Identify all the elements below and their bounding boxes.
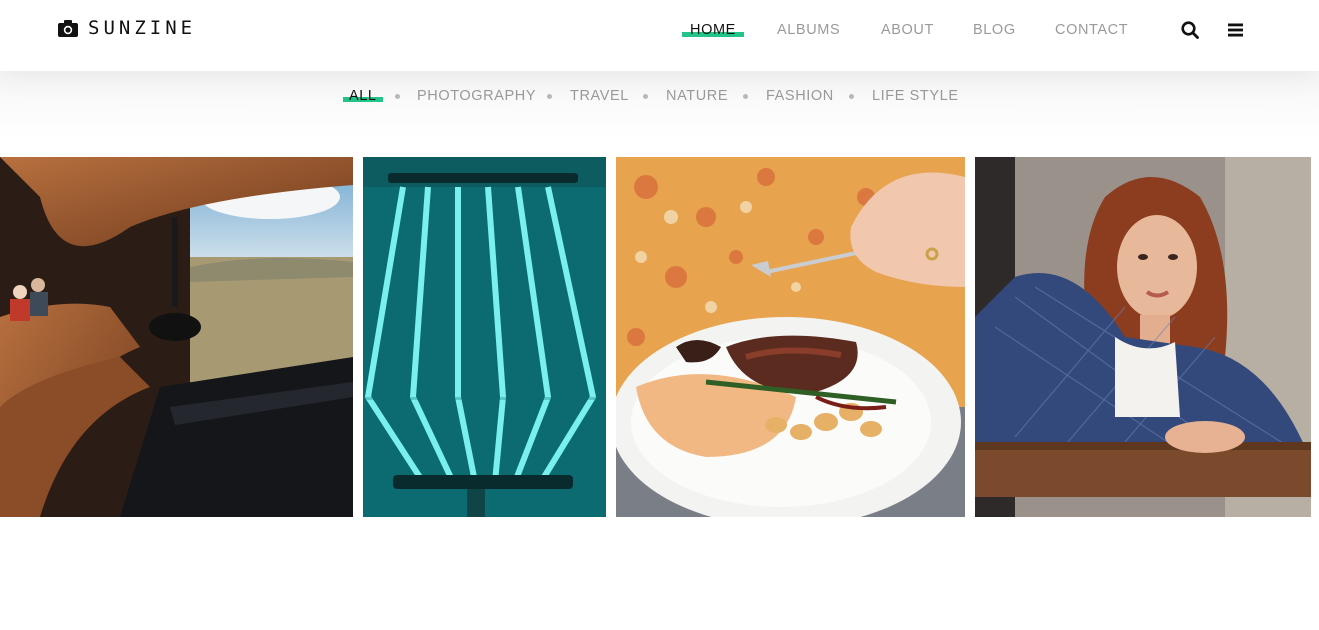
nav-item-contact[interactable]: CONTACT xyxy=(1055,22,1128,38)
nav-item-albums[interactable]: ALBUMS xyxy=(777,22,840,38)
filter-all[interactable]: ALL xyxy=(343,88,383,104)
separator-dot xyxy=(743,94,748,99)
nav-item-blog[interactable]: BLOG xyxy=(973,22,1016,38)
nav-item-home[interactable]: HOME xyxy=(682,22,744,38)
photo-portrait-image xyxy=(975,157,1311,517)
nav-item-label: CONTACT xyxy=(1055,22,1129,38)
brand-logo[interactable]: SUNZINE xyxy=(58,16,196,40)
search-icon xyxy=(1181,21,1199,39)
filter-travel[interactable]: TRAVEL xyxy=(570,88,629,104)
filter-label: TRAVEL xyxy=(570,88,629,104)
separator-dot xyxy=(643,94,648,99)
filter-label: ALL xyxy=(349,88,377,104)
gallery-photo-interior[interactable] xyxy=(0,157,353,517)
filter-label: LIFE STYLE xyxy=(872,88,959,104)
filter-photography[interactable]: PHOTOGRAPHY xyxy=(417,88,536,104)
category-filter: ALL PHOTOGRAPHY TRAVEL NATURE FASHION LI… xyxy=(0,71,1319,141)
filter-life-style[interactable]: LIFE STYLE xyxy=(872,88,959,104)
photo-food-image xyxy=(616,157,965,517)
site-header: SUNZINE HOME ALBUMS ABOUT BLOG CONTACT xyxy=(0,0,1319,71)
gallery-photo-lamp[interactable] xyxy=(363,157,606,517)
gallery-photo-portrait[interactable] xyxy=(975,157,1311,517)
brand-name: SUNZINE xyxy=(88,17,197,39)
filter-label: NATURE xyxy=(666,88,729,104)
nav-item-label: BLOG xyxy=(973,22,1016,38)
photo-interior-image xyxy=(0,157,353,517)
nav-item-label: HOME xyxy=(690,22,736,38)
nav-item-label: ALBUMS xyxy=(777,22,841,38)
menu-button[interactable] xyxy=(1226,20,1246,40)
separator-dot xyxy=(849,94,854,99)
search-button[interactable] xyxy=(1180,20,1200,40)
menu-icon xyxy=(1228,23,1243,37)
nav-item-about[interactable]: ABOUT xyxy=(881,22,934,38)
filter-fashion[interactable]: FASHION xyxy=(766,88,834,104)
gallery-photo-food[interactable] xyxy=(616,157,965,517)
separator-dot xyxy=(395,94,400,99)
camera-icon xyxy=(58,20,78,37)
photo-lamp-image xyxy=(363,157,606,517)
filter-nature[interactable]: NATURE xyxy=(666,88,728,104)
separator-dot xyxy=(547,94,552,99)
filter-label: FASHION xyxy=(766,88,834,104)
filter-label: PHOTOGRAPHY xyxy=(417,88,537,104)
nav-item-label: ABOUT xyxy=(881,22,934,38)
